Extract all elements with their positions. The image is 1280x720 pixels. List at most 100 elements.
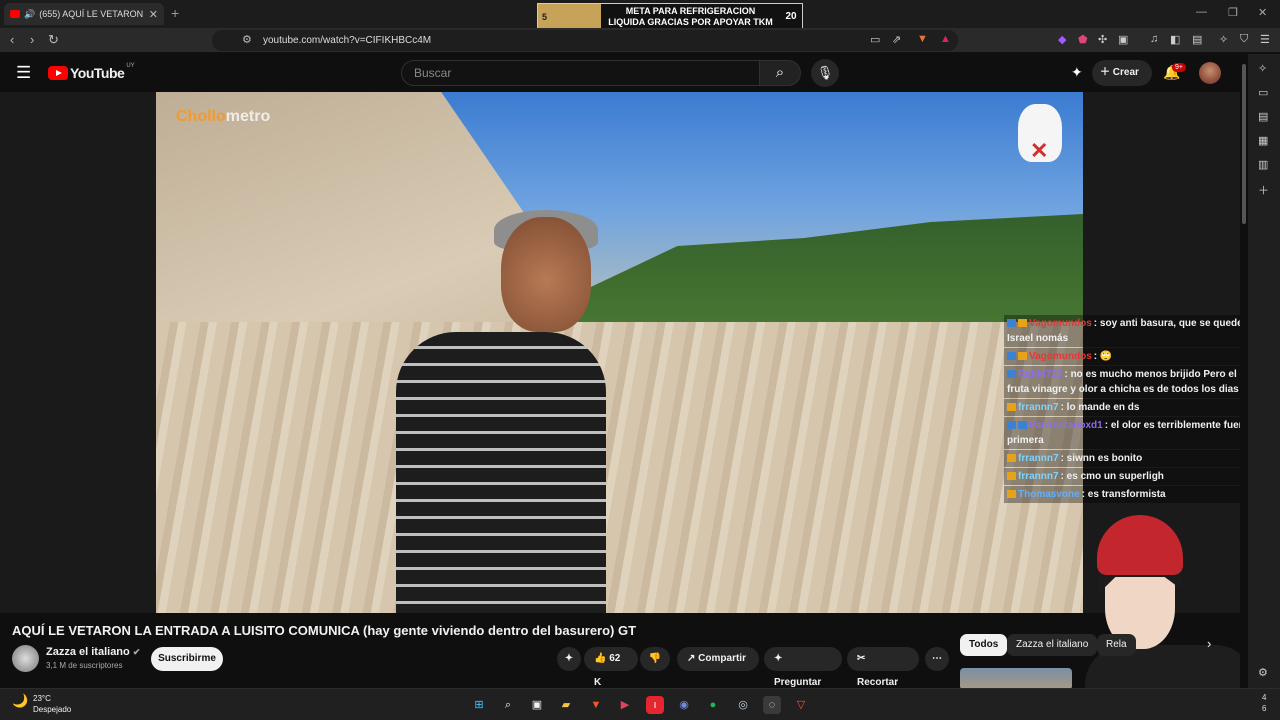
split-view-icon[interactable]: ◧ xyxy=(1170,33,1180,46)
brave-shield-icon[interactable]: ▼ xyxy=(917,33,928,45)
browser-menu-icon[interactable]: ☰ xyxy=(1260,33,1270,46)
address-bar[interactable]: ⚙ youtube.com/watch?v=CIFIKHBCc4M ▭ ⇗ ▼ … xyxy=(212,30,958,51)
spotify-icon[interactable]: ● xyxy=(704,696,722,714)
chip-channel[interactable]: Zazza el italiano xyxy=(1007,634,1098,656)
chat-message: Rafikt723: no es mucho menos brijido Per… xyxy=(1004,366,1280,398)
address-bar-row: ‹ › ↻ ⚐ ⚙ youtube.com/watch?v=CIFIKHBCc4… xyxy=(0,28,1280,53)
chip-related[interactable]: Rela xyxy=(1097,634,1136,656)
share-button[interactable]: ↗ Compartir xyxy=(677,647,759,671)
youtube-logo[interactable]: YouTube UY xyxy=(48,63,135,81)
tab-title: (655) AQUÍ LE VETARON LA E xyxy=(39,9,145,19)
sidebar-bookmarks-icon[interactable]: ▦ xyxy=(1258,134,1268,147)
weather-widget[interactable]: 🌙 23°C Despejado xyxy=(12,693,71,715)
youtube-play-icon xyxy=(48,66,68,80)
browser-tab-bar: 🔊 (655) AQUÍ LE VETARON LA E ✕ + 5 META … xyxy=(0,0,1280,30)
wallet-icon[interactable]: ▤ xyxy=(1192,33,1202,46)
audio-icon[interactable]: 🔊 xyxy=(24,9,35,20)
clip-button[interactable]: ✂ Recortar xyxy=(847,647,919,688)
minimize-icon[interactable]: — xyxy=(1196,6,1207,18)
sidebar-toggle-icon[interactable]: ▣ xyxy=(1118,33,1128,46)
channel-name[interactable]: Zazza el italiano ✔ xyxy=(46,646,140,658)
sidebar-history-icon[interactable]: ▥ xyxy=(1258,158,1268,171)
video-player[interactable]: Chollometro xyxy=(156,92,1083,613)
share-label: Compartir xyxy=(698,653,746,664)
site-info-icon[interactable]: ⚙ xyxy=(242,33,252,46)
new-tab-button[interactable]: + xyxy=(171,5,179,21)
subscribe-button[interactable]: Suscribirme xyxy=(151,647,223,671)
chat-text: 🙄 xyxy=(1099,351,1113,362)
extensions-puzzle-icon[interactable]: ✣ xyxy=(1098,33,1107,46)
hamburger-menu-icon[interactable]: ☰ xyxy=(16,63,31,83)
more-actions-button[interactable]: ⋯ xyxy=(925,647,949,671)
ask-label: Preguntar xyxy=(774,677,822,688)
forward-icon[interactable]: › xyxy=(30,32,34,47)
account-avatar[interactable] xyxy=(1199,62,1221,84)
video-person-shirt xyxy=(396,332,606,613)
obs-icon[interactable]: ◌ xyxy=(763,696,781,714)
cast-icon[interactable]: ▭ xyxy=(870,33,880,46)
recommended-video-thumbnail[interactable] xyxy=(960,668,1072,690)
search-button[interactable]: ⌕ xyxy=(759,60,801,86)
brave-browser-icon[interactable]: ▼ xyxy=(587,696,605,714)
app-icon[interactable]: ı xyxy=(646,696,664,714)
windows-start-icon[interactable]: ⊞ xyxy=(470,696,488,714)
sidebar-leo-icon[interactable]: ✧ xyxy=(1258,62,1267,75)
steam-icon[interactable]: ◎ xyxy=(734,696,752,714)
premium-lite-icon[interactable]: ✦ xyxy=(1071,64,1083,81)
taskbar-search-icon[interactable]: ⌕ xyxy=(499,696,517,714)
face-logo-icon xyxy=(1018,104,1062,164)
rewards-icon[interactable]: ▲ xyxy=(940,33,951,45)
file-explorer-icon[interactable]: ▰ xyxy=(557,696,575,714)
channel-avatar[interactable] xyxy=(12,645,39,672)
url-text[interactable]: youtube.com/watch?v=CIFIKHBCc4M xyxy=(263,35,431,46)
maximize-icon[interactable]: ❐ xyxy=(1228,6,1238,19)
browser-tab[interactable]: 🔊 (655) AQUÍ LE VETARON LA E ✕ xyxy=(4,3,164,25)
page-scrollbar[interactable] xyxy=(1240,54,1248,688)
video-title: AQUÍ LE VETARON LA ENTRADA A LUISITO COM… xyxy=(12,623,637,638)
voice-search-button[interactable]: 🎙 xyxy=(811,59,839,87)
close-tab-icon[interactable]: ✕ xyxy=(149,8,158,21)
sidebar-wallet-icon[interactable]: ▤ xyxy=(1258,110,1268,123)
media-icon[interactable]: ♫ xyxy=(1150,33,1158,45)
task-view-icon[interactable]: ▣ xyxy=(528,696,546,714)
chat-text: lo mande en ds xyxy=(1066,402,1140,413)
leo-ai-icon[interactable]: ✧ xyxy=(1219,33,1228,46)
thumbs-up-icon: 👍 xyxy=(594,653,610,664)
scissors-icon: ✂ xyxy=(857,653,866,664)
chat-message: frrannn7: siwnn es bonito xyxy=(1004,450,1280,467)
dislike-button[interactable]: 👎 xyxy=(640,647,670,671)
extension-icon[interactable]: ◆ xyxy=(1058,33,1066,46)
ask-button[interactable]: ✦ Preguntar xyxy=(764,647,842,688)
verified-icon: ✔ xyxy=(132,647,141,657)
reload-icon[interactable]: ↻ xyxy=(48,32,59,48)
like-button[interactable]: 👍 62 K xyxy=(584,647,638,688)
system-clock[interactable]: 4 6 xyxy=(1262,692,1266,714)
sidebar-add-icon[interactable]: ＋ xyxy=(1258,182,1269,198)
media-player-icon[interactable]: ▶ xyxy=(616,696,634,714)
shield-icon[interactable]: ⛉ xyxy=(1240,33,1248,46)
back-icon[interactable]: ‹ xyxy=(10,32,14,47)
share-page-icon[interactable]: ⇗ xyxy=(892,33,901,46)
brave-nightly-icon[interactable]: ▽ xyxy=(792,696,810,714)
share-icon: ↗ xyxy=(687,653,699,664)
chip-all[interactable]: Todos xyxy=(960,634,1008,656)
goal-text-line1: META PARA REFRIGERACION xyxy=(625,5,756,16)
premium-feature-button[interactable]: ✦ xyxy=(557,647,581,671)
youtube-favicon-icon xyxy=(10,10,20,18)
close-window-icon[interactable]: ✕ xyxy=(1258,6,1267,19)
goal-progress-bar: 5 xyxy=(538,4,601,29)
vpn-icon[interactable]: ⬟ xyxy=(1078,33,1088,46)
clock-line1: 4 xyxy=(1262,693,1267,702)
chat-badge-icon xyxy=(1007,490,1016,499)
search-input[interactable]: Buscar xyxy=(401,60,760,86)
chips-next-icon[interactable]: › xyxy=(1207,636,1211,651)
chat-username: Thomasvone xyxy=(1018,489,1080,500)
watermark-prefix: Chollo xyxy=(176,108,226,125)
create-button[interactable]: ＋ Crear xyxy=(1092,60,1152,86)
sidebar-settings-icon[interactable]: ⚙ xyxy=(1258,666,1268,679)
chat-message: Thomasvone: es transformista xyxy=(1004,486,1280,503)
discord-icon[interactable]: ◉ xyxy=(675,696,693,714)
weather-temp: 23°C xyxy=(33,694,51,703)
scrollbar-thumb[interactable] xyxy=(1242,64,1246,224)
sidebar-reading-icon[interactable]: ▭ xyxy=(1258,86,1268,99)
